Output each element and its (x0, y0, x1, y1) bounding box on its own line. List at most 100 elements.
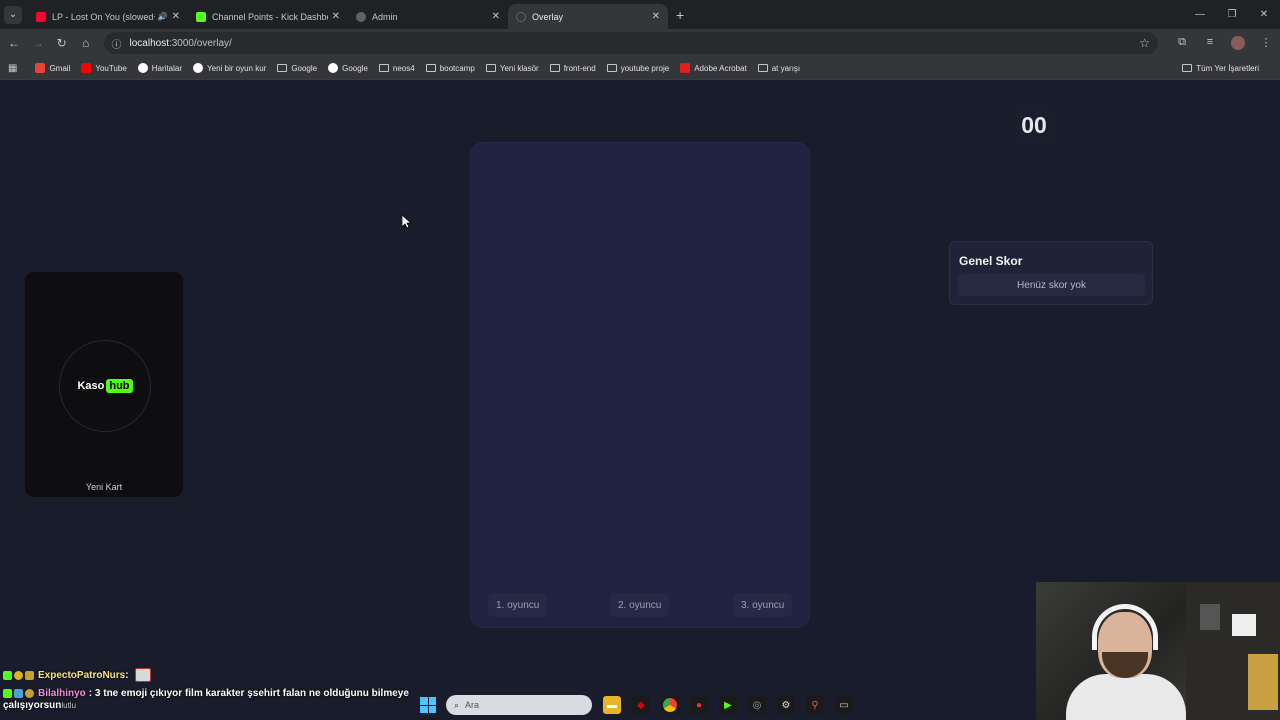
media-controls-icon[interactable]: ≡ (1196, 36, 1224, 50)
wall-frame (1198, 602, 1222, 632)
apps-grid-icon[interactable]: ▦ (8, 63, 17, 74)
close-window-icon[interactable]: ✕ (1248, 9, 1280, 20)
overall-score-panel: Genel Skor Henüz skor yok (949, 241, 1153, 305)
chat-text-continued: çalışıyorsunlutlu (3, 700, 77, 711)
play-icon[interactable]: ▶ (719, 696, 737, 714)
bookmark-item[interactable]: Google (328, 63, 368, 73)
maps-icon (137, 63, 148, 73)
app-pin-icon[interactable]: ⚲ (806, 696, 824, 714)
bookmark-label: Google (342, 63, 368, 73)
bookmark-item[interactable]: front-end (549, 63, 596, 73)
all-bookmarks-label: Tüm Yer İşaretleri (1196, 63, 1259, 73)
bookmark-item[interactable]: at yarışı (757, 63, 800, 73)
close-icon[interactable]: ✕ (652, 11, 660, 22)
close-icon[interactable]: ✕ (172, 11, 180, 22)
tab-admin[interactable]: Admin ✕ (348, 4, 508, 29)
youtube-icon (36, 11, 46, 22)
countdown-timer: 00 (1012, 105, 1056, 145)
bookmark-item[interactable]: bootcamp (425, 63, 475, 73)
all-bookmarks[interactable]: Tüm Yer İşaretleri (1182, 63, 1259, 73)
folder-icon (277, 63, 288, 73)
tab-bar: ⌄ LP - Lost On You (slowed+rev 🔊 ✕ Chann… (0, 0, 1280, 29)
forward-icon[interactable]: → (26, 36, 50, 50)
site-info-icon[interactable]: ⓘ (112, 36, 122, 51)
emote-icon (134, 668, 151, 682)
bookmark-label: Gmail (49, 63, 71, 73)
chat-username: Bilalhinyo (38, 687, 86, 699)
bookmark-item[interactable]: Adobe Acrobat (680, 63, 747, 73)
sub-badge-icon (25, 688, 34, 698)
tab-channel-points[interactable]: Channel Points - Kick Dashboard ✕ (188, 4, 348, 29)
chrome-icon[interactable] (661, 696, 679, 714)
chat-separator: : (125, 669, 129, 681)
bookmark-item[interactable]: Yeni klasör (485, 63, 539, 73)
bookmark-item[interactable]: youtube proje (606, 63, 670, 73)
google-icon (328, 63, 339, 73)
kick-badge-icon (3, 688, 12, 698)
menu-icon[interactable]: ⋮ (1252, 36, 1280, 50)
back-icon[interactable]: ← (2, 36, 26, 50)
app-red-icon[interactable]: ◆ (632, 696, 650, 714)
bookmark-star-icon[interactable]: ☆ (1139, 36, 1150, 50)
youtube-icon (81, 63, 92, 73)
game-stage: 1. oyuncu 2. oyuncu 3. oyuncu (470, 142, 810, 628)
card-logo-circle: Kaso hub (59, 340, 151, 432)
taskbar-search[interactable]: ⌕ Ara (446, 695, 592, 715)
minimize-icon[interactable]: — (1184, 9, 1216, 20)
bookmark-item[interactable]: Yeni bir oyun kur (193, 63, 266, 73)
kick-badge-icon (3, 670, 12, 680)
tab-title: Channel Points - Kick Dashboard (212, 11, 328, 22)
bookmark-item[interactable]: neos4 (378, 63, 415, 73)
home-icon[interactable]: ⌂ (74, 36, 98, 50)
obs-icon[interactable]: ● (690, 696, 708, 714)
bookmark-item[interactable]: Haritalar (137, 63, 183, 73)
player-slot-1[interactable]: 1. oyuncu (488, 593, 548, 617)
close-icon[interactable]: ✕ (492, 11, 500, 22)
restore-icon[interactable]: ❐ (1216, 9, 1248, 20)
app-circle-icon[interactable]: ◎ (748, 696, 766, 714)
new-card[interactable]: Kaso hub Yeni Kart (24, 271, 184, 498)
headphones (1092, 604, 1158, 650)
bookmark-label: Haritalar (151, 63, 183, 73)
bookmark-label: bootcamp (439, 63, 475, 73)
webcam-feed (1036, 582, 1280, 720)
score-title: Genel Skor (959, 254, 1023, 268)
bookmark-label: neos4 (392, 63, 415, 73)
windows-start-icon[interactable] (420, 697, 436, 713)
window-controls: — ❐ ✕ (1184, 0, 1280, 29)
player-slot-2[interactable]: 2. oyuncu (610, 593, 670, 617)
chat-message: ExpectoPatroNurs : (0, 666, 430, 684)
score-empty-message: Henüz skor yok (958, 274, 1145, 296)
player-slot-3[interactable]: 3. oyuncu (733, 593, 793, 617)
tab-overlay[interactable]: Overlay ✕ (508, 4, 668, 29)
bookmark-item[interactable]: Gmail (35, 63, 70, 73)
search-icon: ⌕ (454, 699, 460, 710)
url-host: localhost (129, 37, 169, 49)
gift-badge-icon (14, 688, 23, 698)
bookmark-label: youtube proje (620, 63, 670, 73)
close-icon[interactable]: ✕ (332, 11, 340, 22)
file-explorer-icon[interactable]: ▬ (603, 696, 621, 714)
reload-icon[interactable]: ↻ (50, 36, 74, 50)
sub-badge-icon (25, 670, 34, 680)
bookmark-item[interactable]: YouTube (81, 63, 127, 73)
folder-icon (606, 63, 617, 73)
speaker-icon[interactable]: 🔊 (158, 12, 168, 21)
app-gear-icon[interactable]: ⚙ (777, 696, 795, 714)
tab-lp-lost-on-you[interactable]: LP - Lost On You (slowed+rev 🔊 ✕ (28, 4, 188, 29)
terminal-icon[interactable]: ▭ (835, 696, 853, 714)
chat-username: ExpectoPatroNurs (38, 669, 126, 681)
gmail-icon (35, 63, 46, 73)
address-bar[interactable]: ⓘ localhost :3000/overlay/ ☆ (103, 32, 1158, 54)
profile-avatar[interactable] (1224, 36, 1252, 50)
chat-text: : 3 tne emoji çıkıyor film karakter şseh… (88, 687, 409, 699)
bookmark-label: YouTube (95, 63, 127, 73)
bookmark-item[interactable]: Google (277, 63, 317, 73)
stream-chat: ExpectoPatroNurs : Bilalhinyo : 3 tne em… (0, 666, 430, 711)
new-tab-button[interactable]: + (676, 7, 684, 23)
kasohub-logo: Kaso hub (77, 379, 133, 393)
extensions-icon[interactable]: ⧉ (1168, 36, 1196, 50)
tab-title: Admin (372, 11, 398, 22)
tab-search-button[interactable]: ⌄ (4, 5, 22, 24)
browser-toolbar: ← → ↻ ⌂ ⓘ localhost :3000/overlay/ ☆ ⧉ ≡… (0, 29, 1280, 57)
